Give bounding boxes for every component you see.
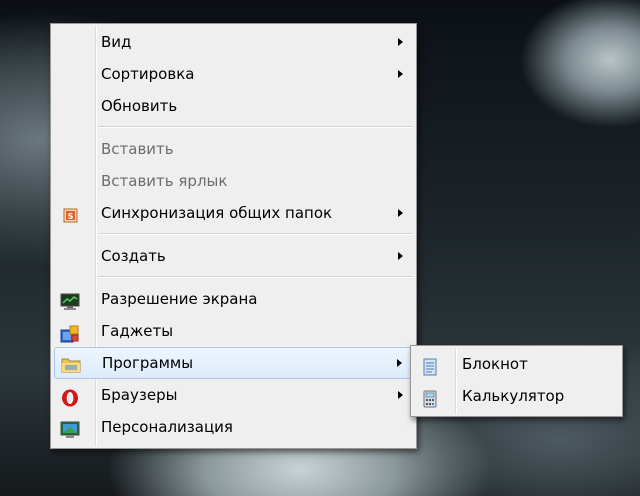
menu-item-label: Браузеры [101,386,178,404]
menu-item-browsers[interactable]: Браузеры [54,379,413,411]
menu-item-new[interactable]: Создать [54,240,413,272]
menu-item-screen-resolution[interactable]: Разрешение экрана [54,283,413,315]
menu-item-paste-shortcut: Вставить ярлык [54,165,413,197]
personalize-icon [60,418,80,438]
menu-item-label: Вид [101,33,132,51]
menu-item-label: Сортировка [101,65,195,83]
calculator-icon [420,387,440,408]
menu-item-label: Обновить [101,97,178,115]
menu-item-label: Персонализация [101,418,233,436]
submenu-item-calculator[interactable]: Калькулятор [414,380,619,412]
menu-item-label: Вставить ярлык [101,172,228,190]
submenu-arrow-icon [398,70,403,78]
programs-submenu: Блокнот Калькулятор [410,345,623,417]
svg-text:S: S [68,212,74,221]
submenu-arrow-icon [398,209,403,217]
menu-item-label: Разрешение экрана [101,290,258,308]
menu-item-label: Создать [101,247,166,265]
menu-item-sort[interactable]: Сортировка [54,58,413,90]
submenu-arrow-icon [398,252,403,260]
notepad-icon [420,355,440,376]
submenu-item-label: Блокнот [462,355,528,373]
sync-icon: S [60,204,80,223]
menu-item-label: Синхронизация общих папок [101,204,333,222]
submenu-item-label: Калькулятор [462,387,565,405]
submenu-arrow-icon [398,391,403,399]
menu-item-label: Вставить [101,140,174,158]
menu-item-paste: Вставить [54,133,413,165]
menu-item-personalize[interactable]: Персонализация [54,411,413,443]
menu-separator [98,276,413,278]
desktop-context-menu: Вид Сортировка Обновить Вставить Вставит… [50,23,417,449]
submenu-arrow-icon [397,359,402,367]
gadgets-icon [60,322,80,343]
menu-separator [98,126,413,128]
menu-item-view[interactable]: Вид [54,26,413,58]
opera-icon [60,386,80,407]
submenu-arrow-icon [398,38,403,46]
menu-item-programs[interactable]: Программы [54,347,413,379]
menu-item-label: Программы [102,354,194,372]
folder-icon [61,354,81,373]
menu-separator [98,233,413,235]
monitor-icon [60,290,80,310]
menu-item-refresh[interactable]: Обновить [54,90,413,122]
submenu-item-notepad[interactable]: Блокнот [414,348,619,380]
menu-item-sync-shared-folders[interactable]: S Синхронизация общих папок [54,197,413,229]
menu-item-gadgets[interactable]: Гаджеты [54,315,413,347]
menu-item-label: Гаджеты [101,322,174,340]
